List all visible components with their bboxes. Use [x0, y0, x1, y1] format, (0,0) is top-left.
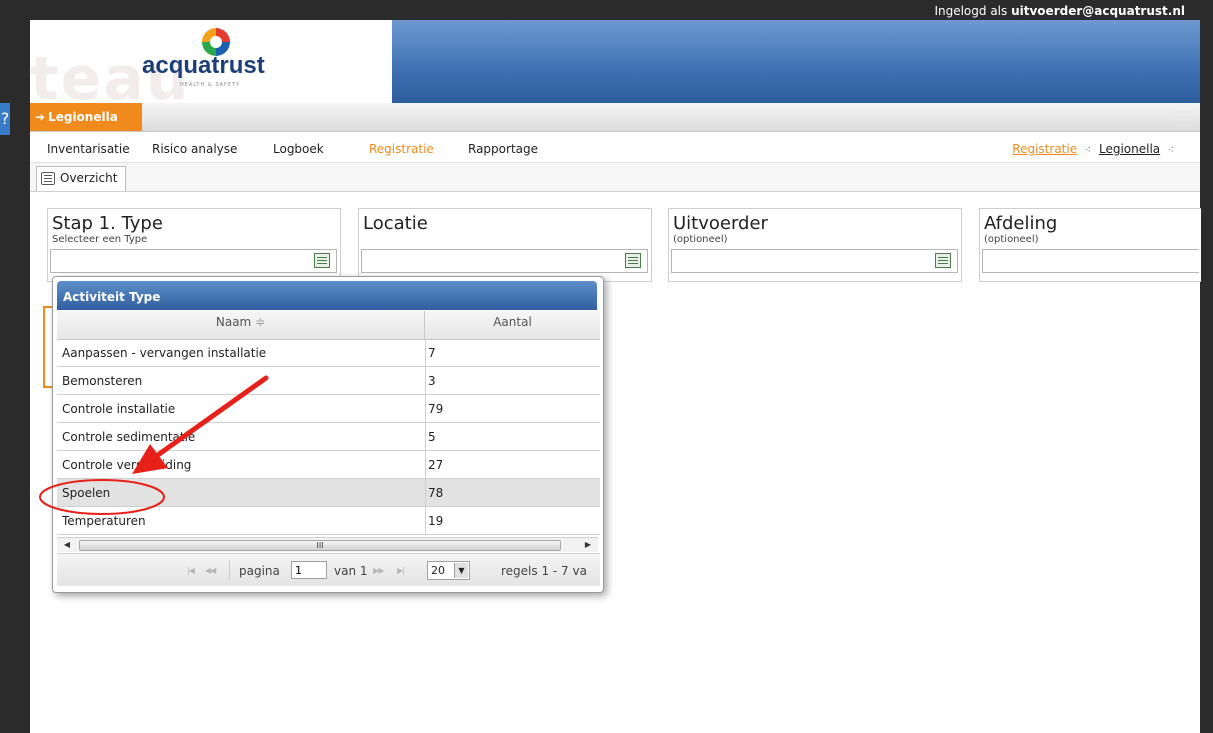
- sort-icon: ≑: [255, 315, 266, 329]
- login-status: Ingelogd als uitvoerder@acquatrust.nl: [934, 4, 1185, 18]
- app-tab-legionella[interactable]: ➜ Legionella: [30, 103, 142, 131]
- main-nav: Inventarisatie Risico analyse Logboek Re…: [30, 132, 1200, 163]
- column-aantal[interactable]: Aantal: [425, 311, 600, 339]
- breadcrumb-separator-icon: ⁖: [1085, 145, 1091, 156]
- panel-uitvoerder-title: Uitvoerder: [673, 213, 768, 234]
- column-naam[interactable]: Naam ≑: [57, 311, 425, 339]
- prev-page-icon[interactable]: ◀◀: [205, 566, 216, 575]
- page-label: pagina: [239, 564, 280, 578]
- nav-inventarisatie[interactable]: Inventarisatie: [47, 142, 130, 156]
- logo-text: acquatrust: [142, 52, 265, 79]
- nav-registratie[interactable]: Registratie: [369, 142, 434, 156]
- grid-header: Naam ≑ Aantal: [57, 311, 600, 340]
- panel-type-subtitle: Selecteer een Type: [52, 234, 148, 245]
- panel-locatie-title: Locatie: [363, 213, 428, 234]
- nav-rapportage[interactable]: Rapportage: [468, 142, 538, 156]
- scroll-thumb[interactable]: III: [79, 540, 561, 551]
- right-frame: [1200, 22, 1213, 733]
- cell-naam: Controle verspreiding: [57, 451, 426, 478]
- horizontal-scrollbar[interactable]: ◀ III ▶: [57, 537, 598, 552]
- nav-logboek[interactable]: Logboek: [273, 142, 324, 156]
- activiteit-type-popup: Activiteit Type Naam ≑ Aantal Aanpassen …: [52, 276, 604, 593]
- logo-area: teau acquatrust HEALTH & SAFETY: [30, 20, 392, 114]
- scroll-right-icon[interactable]: ▶: [582, 540, 594, 550]
- top-bar: Ingelogd als uitvoerder@acquatrust.nl: [0, 0, 1213, 22]
- afdeling-input[interactable]: [982, 249, 1199, 273]
- panel-locatie: Locatie: [358, 208, 652, 282]
- help-label: ?: [0, 109, 10, 128]
- cell-naam: Bemonsteren: [57, 367, 426, 394]
- logo-tagline: HEALTH & SAFETY: [180, 82, 241, 88]
- page-size-value: 20: [431, 564, 445, 577]
- records-label: regels 1 - 7 va: [501, 564, 587, 578]
- cell-naam: Spoelen: [57, 479, 426, 506]
- table-row[interactable]: Controle installatie 79: [57, 395, 600, 423]
- help-button[interactable]: ?: [0, 103, 10, 135]
- lookup-icon[interactable]: [935, 253, 951, 268]
- cell-aantal: 19: [428, 514, 444, 528]
- panel-afdeling-subtitle: (optioneel): [984, 234, 1039, 245]
- table-row[interactable]: Controle sedimentatie 5: [57, 423, 600, 451]
- panel-afdeling: Afdeling (optioneel): [979, 208, 1201, 282]
- back-arrow-icon: ➜: [35, 110, 46, 124]
- table-row[interactable]: Aanpassen - vervangen installatie 7: [57, 339, 600, 367]
- table-row[interactable]: Temperaturen 19: [57, 507, 600, 535]
- last-page-icon[interactable]: ▶|: [397, 566, 405, 575]
- breadcrumb: Registratie ⁖ Legionella ⁖: [1012, 142, 1182, 156]
- chevron-down-icon[interactable]: ▼: [454, 563, 468, 578]
- table-row[interactable]: Controle verspreiding 27: [57, 451, 600, 479]
- page-count: van 1: [334, 564, 368, 578]
- cell-naam: Aanpassen - vervangen installatie: [57, 339, 426, 366]
- menu-icon[interactable]: [1174, 109, 1192, 123]
- breadcrumb-separator-icon: ⁖: [1168, 145, 1174, 156]
- type-input[interactable]: [50, 249, 337, 273]
- tab-strip: Overzicht: [30, 163, 1200, 192]
- nav-risico-analyse[interactable]: Risico analyse: [152, 142, 237, 156]
- breadcrumb-legionella[interactable]: Legionella: [1099, 142, 1160, 156]
- cell-aantal: 3: [428, 374, 436, 388]
- panel-uitvoerder-subtitle: (optioneel): [673, 234, 728, 245]
- app-bar: ➜ Legionella: [30, 103, 1200, 132]
- breadcrumb-registratie[interactable]: Registratie: [1012, 142, 1077, 156]
- list-icon: [41, 172, 55, 185]
- cell-naam: Temperaturen: [57, 507, 426, 534]
- cell-aantal: 7: [428, 346, 436, 360]
- lookup-icon[interactable]: [314, 253, 330, 268]
- column-naam-label: Naam: [215, 315, 252, 329]
- panel-type-title: Stap 1. Type: [52, 213, 163, 234]
- locatie-input[interactable]: [361, 249, 648, 273]
- app-tab-label: Legionella: [48, 110, 118, 124]
- header-banner: [392, 20, 1200, 103]
- panel-type: Stap 1. Type Selecteer een Type: [47, 208, 341, 282]
- pager: |◀ ◀◀ pagina van 1 ▶▶ ▶| 20 ▼ regels 1 - …: [57, 553, 600, 586]
- tab-overzicht-label: Overzicht: [60, 171, 118, 185]
- table-row-selected[interactable]: Spoelen 78: [57, 479, 600, 507]
- tab-overzicht[interactable]: Overzicht: [36, 166, 127, 191]
- lookup-icon[interactable]: [625, 253, 641, 268]
- next-page-icon[interactable]: ▶▶: [373, 566, 384, 575]
- popup-title: Activiteit Type: [57, 281, 597, 310]
- cell-aantal: 78: [428, 486, 444, 500]
- page-size-select[interactable]: 20 ▼: [427, 561, 470, 580]
- scroll-left-icon[interactable]: ◀: [61, 540, 73, 550]
- uitvoerder-input[interactable]: [671, 249, 958, 273]
- cell-naam: Controle sedimentatie: [57, 423, 426, 450]
- panel-uitvoerder: Uitvoerder (optioneel): [668, 208, 962, 282]
- cell-aantal: 27: [428, 458, 444, 472]
- login-prefix: Ingelogd als: [934, 4, 1008, 18]
- cell-aantal: 5: [428, 430, 436, 444]
- panel-afdeling-title: Afdeling: [984, 213, 1058, 234]
- page-input[interactable]: [291, 561, 327, 579]
- login-user: uitvoerder@acquatrust.nl: [1011, 4, 1185, 18]
- first-page-icon[interactable]: |◀: [187, 566, 195, 575]
- cell-naam: Controle installatie: [57, 395, 426, 422]
- cell-aantal: 79: [428, 402, 444, 416]
- table-row[interactable]: Bemonsteren 3: [57, 367, 600, 395]
